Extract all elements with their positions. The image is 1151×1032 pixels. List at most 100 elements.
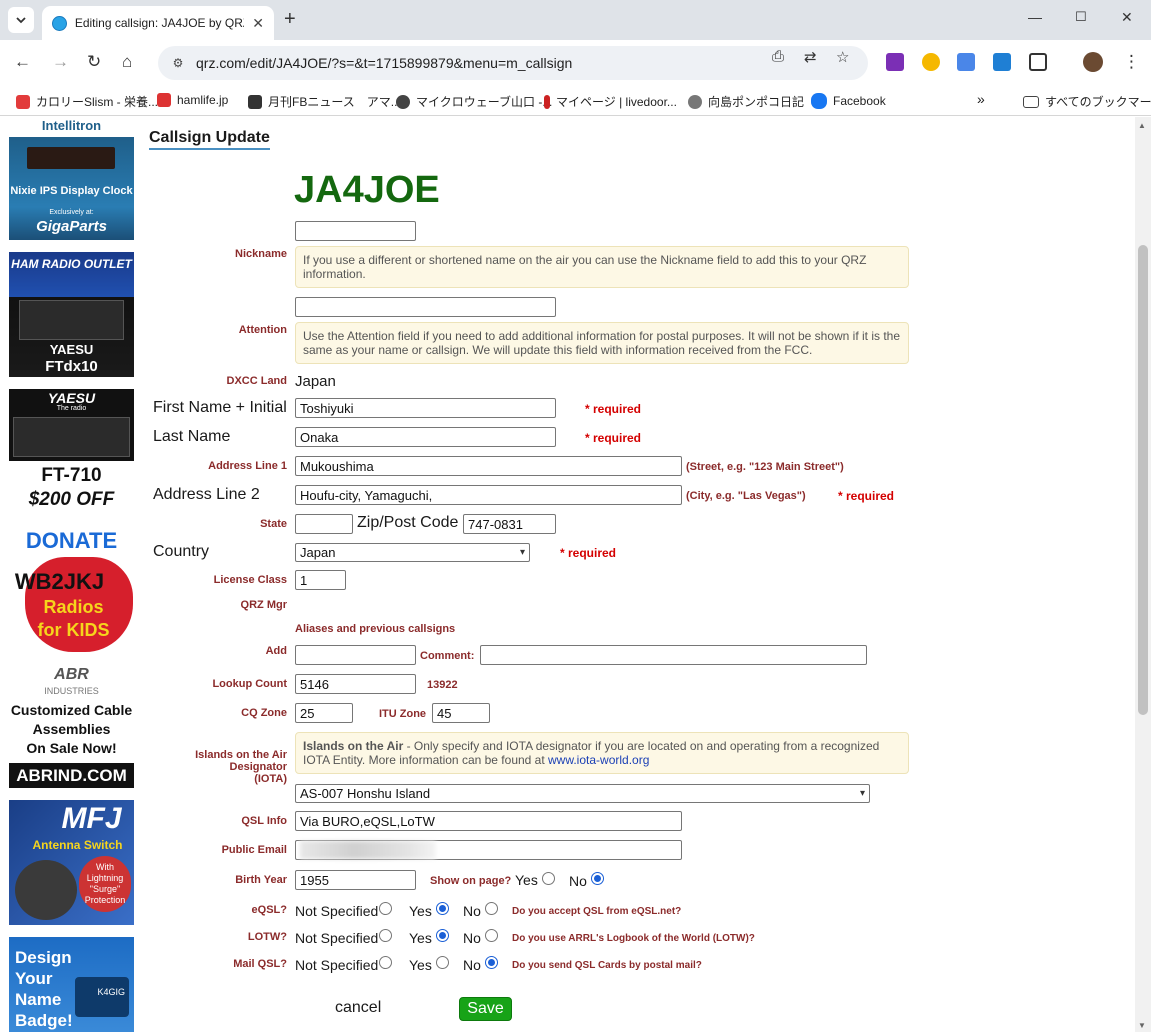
forward-button[interactable]: → [52, 52, 69, 72]
bookmark-icon [248, 94, 262, 109]
iota-world-link[interactable]: www.iota-world.org [548, 753, 649, 767]
menu-icon[interactable]: ⋮ [1123, 52, 1140, 72]
eqsl-no-radio[interactable] [485, 902, 498, 915]
birth-year-input[interactable] [295, 870, 416, 890]
install-app-icon[interactable]: ⎙ [772, 48, 784, 65]
mail-qsl-not-specified-radio[interactable] [379, 956, 392, 969]
bookmark-icon [157, 93, 171, 107]
minimize-button[interactable]: — [1028, 9, 1042, 25]
attention-input[interactable] [295, 297, 556, 317]
bookmark-item[interactable]: hamlife.jp [157, 93, 228, 107]
eqsl-yes-radio[interactable] [436, 902, 449, 915]
last-name-required: * required [585, 431, 642, 445]
close-window-button[interactable]: ✕ [1121, 9, 1133, 26]
first-name-input[interactable] [295, 398, 556, 418]
bookmark-item[interactable]: カロリーSlism - 栄養... [16, 93, 158, 110]
bookmark-item[interactable]: マイページ | livedoor... [544, 93, 677, 110]
bookmark-icon [688, 94, 702, 109]
eqsl-no-label: No [463, 903, 481, 919]
all-bookmarks-folder[interactable]: すべてのブックマーク [1023, 93, 1151, 110]
nickname-input[interactable] [295, 221, 416, 241]
lotw-not-specified-radio[interactable] [379, 929, 392, 942]
country-select[interactable]: Japan ▾ [295, 543, 530, 562]
license-class-input[interactable] [295, 570, 346, 590]
lotw-yes-label: Yes [409, 930, 432, 946]
nixie-clock-image [27, 147, 115, 169]
mail-qsl-label: Mail QSL? [233, 958, 287, 970]
state-input[interactable] [295, 514, 353, 534]
address-bar[interactable]: ⚙ qrz.com/edit/JA4JOE/?s=&t=1715899879&m… [158, 46, 868, 80]
eqsl-not-specified-radio[interactable] [379, 902, 392, 915]
onenote-extension-icon[interactable] [886, 53, 904, 71]
cq-zone-input[interactable] [295, 703, 353, 723]
bookmark-item[interactable]: Facebook [811, 93, 886, 109]
ad-yaesu-ft710[interactable]: YAESU The radio FT-710 $200 OFF [9, 389, 134, 514]
alias-add-input[interactable] [295, 645, 416, 665]
ad-wb2jkj-donate[interactable]: DONATE WB2JKJ Radios for KIDS [9, 527, 134, 652]
reload-button[interactable]: ↻ [87, 52, 101, 72]
nickname-label: Nickname [235, 248, 287, 260]
address2-label: Address Line 2 [153, 486, 260, 503]
keep-extension-icon[interactable] [922, 53, 940, 71]
mail-qsl-yes-radio[interactable] [436, 956, 449, 969]
section-title: Callsign Update [149, 129, 270, 150]
lotw-hint: Do you use ARRL's Logbook of the World (… [512, 933, 755, 944]
lotw-no-radio[interactable] [485, 929, 498, 942]
lookup-count-total: 13922 [427, 679, 458, 691]
ad-intellitron[interactable]: Intellitron Nixie IPS Display Clock Excl… [9, 117, 134, 240]
active-tab[interactable]: Editing callsign: JA4JOE by QRZ ✕ [42, 6, 274, 40]
tab-search-button[interactable] [8, 7, 34, 33]
show-no-radio[interactable] [591, 872, 604, 885]
profile-avatar[interactable] [1083, 52, 1103, 72]
ad-mfj-antenna-switch[interactable]: MFJ Antenna Switch With Lightning "Surge… [9, 800, 134, 925]
license-class-label: License Class [213, 574, 287, 586]
ad-ham-radio-outlet[interactable]: HAM RADIO OUTLET YAESU FTdx10 [9, 252, 134, 377]
qsl-info-label: QSL Info [241, 815, 287, 827]
address1-input[interactable] [295, 456, 682, 476]
address2-required: * required [838, 489, 895, 503]
radio-image [13, 417, 130, 457]
site-settings-icon[interactable]: ⚙ [170, 55, 186, 71]
iota-note: Islands on the Air - Only specify and IO… [295, 732, 909, 774]
first-name-label: First Name + Initial [153, 399, 287, 416]
iota-select[interactable]: AS-007 Honshu Island ▾ [295, 784, 870, 803]
google-translate-extension-icon[interactable] [957, 53, 975, 71]
bookmark-item[interactable]: 向島ポンポコ日記 [688, 93, 804, 110]
home-icon[interactable]: ⌂ [122, 52, 132, 72]
address2-input[interactable] [295, 485, 682, 505]
address1-label: Address Line 1 [208, 460, 287, 472]
back-button[interactable]: ← [14, 52, 31, 72]
first-name-required: * required [585, 402, 642, 416]
cancel-link[interactable]: cancel [335, 999, 381, 1017]
ad-name-badge[interactable]: Design Your Name Badge! K4GIG [9, 937, 134, 1032]
lookup-count-input[interactable] [295, 674, 416, 694]
translate-icon[interactable]: ⇄ [804, 48, 817, 66]
bookmarks-more-button[interactable]: » [977, 91, 985, 107]
bookmark-item[interactable]: 月刊FBニュース アマ... [248, 93, 401, 110]
maximize-button[interactable]: ☐ [1075, 9, 1087, 25]
itu-zone-input[interactable] [432, 703, 490, 723]
scroll-down-icon[interactable]: ▼ [1138, 1021, 1146, 1030]
download-extension-icon[interactable] [993, 53, 1011, 71]
qsl-info-input[interactable] [295, 811, 682, 831]
close-tab-icon[interactable]: ✕ [252, 15, 264, 32]
mail-qsl-no-radio[interactable] [485, 956, 498, 969]
alias-comment-input[interactable] [480, 645, 867, 665]
scroll-up-icon[interactable]: ▲ [1138, 121, 1146, 130]
mail-qsl-hint: Do you send QSL Cards by postal mail? [512, 960, 702, 971]
show-yes-radio[interactable] [542, 872, 555, 885]
zip-input[interactable] [463, 514, 556, 534]
lotw-yes-radio[interactable] [436, 929, 449, 942]
mail-qsl-yes-label: Yes [409, 957, 432, 973]
extensions-icon[interactable] [1029, 53, 1047, 71]
bookmark-item[interactable]: マイクロウェーブ山口 -... [396, 93, 552, 110]
scrollbar-thumb[interactable] [1138, 245, 1148, 715]
save-button[interactable]: Save [459, 997, 512, 1021]
state-label: State [260, 518, 287, 530]
new-tab-button[interactable]: + [284, 8, 296, 31]
ad-abr-industries[interactable]: ABR INDUSTRIES Customized Cable Assembli… [9, 664, 134, 788]
page-scrollbar[interactable]: ▲ ▼ [1135, 117, 1151, 1032]
last-name-input[interactable] [295, 427, 556, 447]
star-icon[interactable]: ☆ [836, 48, 849, 66]
eqsl-not-specified-label: Not Specified [295, 903, 379, 919]
